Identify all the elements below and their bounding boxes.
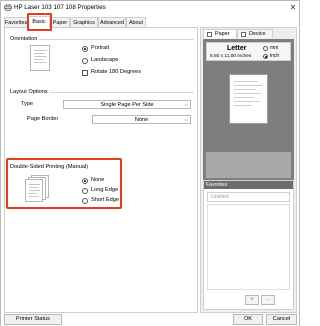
unit-inch-label: inch bbox=[270, 53, 280, 59]
landscape-radio[interactable] bbox=[82, 58, 88, 64]
favorites-header: Favorites bbox=[204, 181, 293, 189]
tab-advanced[interactable]: Advanced bbox=[98, 17, 126, 27]
paper-size-name: Letter bbox=[227, 45, 247, 52]
cancel-button[interactable]: Cancel bbox=[266, 314, 297, 325]
paper-dimensions: 8.50 x 11.00 inches bbox=[210, 54, 252, 59]
page-thumbnail-icon bbox=[207, 32, 212, 37]
tab-graphics[interactable]: Graphics bbox=[70, 17, 98, 27]
close-icon[interactable]: ✕ bbox=[289, 3, 297, 12]
tab-preview-device[interactable]: Device bbox=[237, 29, 273, 38]
preview-paper-tab-label: Paper bbox=[215, 31, 230, 37]
favorites-name-input[interactable]: Untitled bbox=[207, 192, 290, 202]
tab-favorites[interactable]: Favorites bbox=[4, 17, 28, 27]
properties-dialog: HP Laser 103 107 108 Properties ✕ Favori… bbox=[0, 0, 300, 326]
unit-mm-label: mm bbox=[270, 45, 279, 51]
page-border-value: None bbox=[134, 117, 149, 123]
orientation-title: Orientation bbox=[10, 36, 40, 42]
chevron-down-icon: ⌵ bbox=[184, 117, 188, 123]
basic-tab-highlight bbox=[27, 13, 52, 31]
chevron-down-icon: ⌵ bbox=[184, 102, 188, 108]
page-thumbnail-icon bbox=[30, 45, 50, 71]
unit-inch-radio[interactable] bbox=[263, 54, 268, 59]
landscape-label: Landscape bbox=[91, 57, 119, 63]
portrait-radio[interactable] bbox=[82, 46, 88, 52]
layout-type-select[interactable]: Single Page Per Side ⌵ bbox=[63, 100, 191, 109]
preview-footer-bar bbox=[206, 152, 291, 178]
tab-about[interactable]: About bbox=[126, 17, 146, 27]
layout-type-value: Single Page Per Side bbox=[100, 102, 154, 108]
unit-mm-radio[interactable] bbox=[263, 46, 268, 51]
favorites-box: Favorites Untitled + - bbox=[203, 180, 294, 310]
rotate-180-checkbox[interactable] bbox=[82, 70, 88, 76]
type-label: Type bbox=[21, 101, 34, 107]
printer-status-button[interactable]: Printer Status bbox=[4, 314, 62, 325]
layout-options-group: Layout Options bbox=[10, 89, 194, 95]
preview-panel: Paper Device Letter 8.50 x 11.00 inches … bbox=[200, 27, 297, 313]
preview-device-tab-label: Device bbox=[249, 31, 266, 37]
printer-icon bbox=[241, 32, 246, 37]
paper-preview-page bbox=[229, 74, 268, 124]
page-border-label: Page Border bbox=[27, 116, 59, 122]
favorites-list[interactable] bbox=[207, 204, 290, 290]
paper-size-box: Letter 8.50 x 11.00 inches mm inch bbox=[206, 42, 291, 61]
window-title: HP Laser 103 107 108 Properties bbox=[14, 4, 106, 11]
ok-button[interactable]: OK bbox=[233, 314, 263, 325]
favorites-add-button[interactable]: + bbox=[245, 295, 259, 305]
tab-preview-paper[interactable]: Paper bbox=[203, 29, 237, 38]
dialog-footer: Printer Status OK Cancel bbox=[1, 313, 299, 326]
orientation-group: Orientation bbox=[10, 36, 194, 42]
layout-options-title: Layout Options bbox=[10, 89, 50, 95]
duplex-highlight bbox=[6, 158, 122, 209]
paper-preview-area: Letter 8.50 x 11.00 inches mm inch bbox=[203, 39, 294, 180]
rotate-180-label: Rotate 180 Degrees bbox=[91, 69, 142, 75]
portrait-label: Portrait bbox=[91, 45, 110, 51]
tab-paper[interactable]: Paper bbox=[50, 17, 70, 27]
printer-icon bbox=[4, 4, 12, 11]
page-border-select[interactable]: None ⌵ bbox=[92, 115, 191, 124]
favorites-delete-button[interactable]: - bbox=[261, 295, 275, 305]
